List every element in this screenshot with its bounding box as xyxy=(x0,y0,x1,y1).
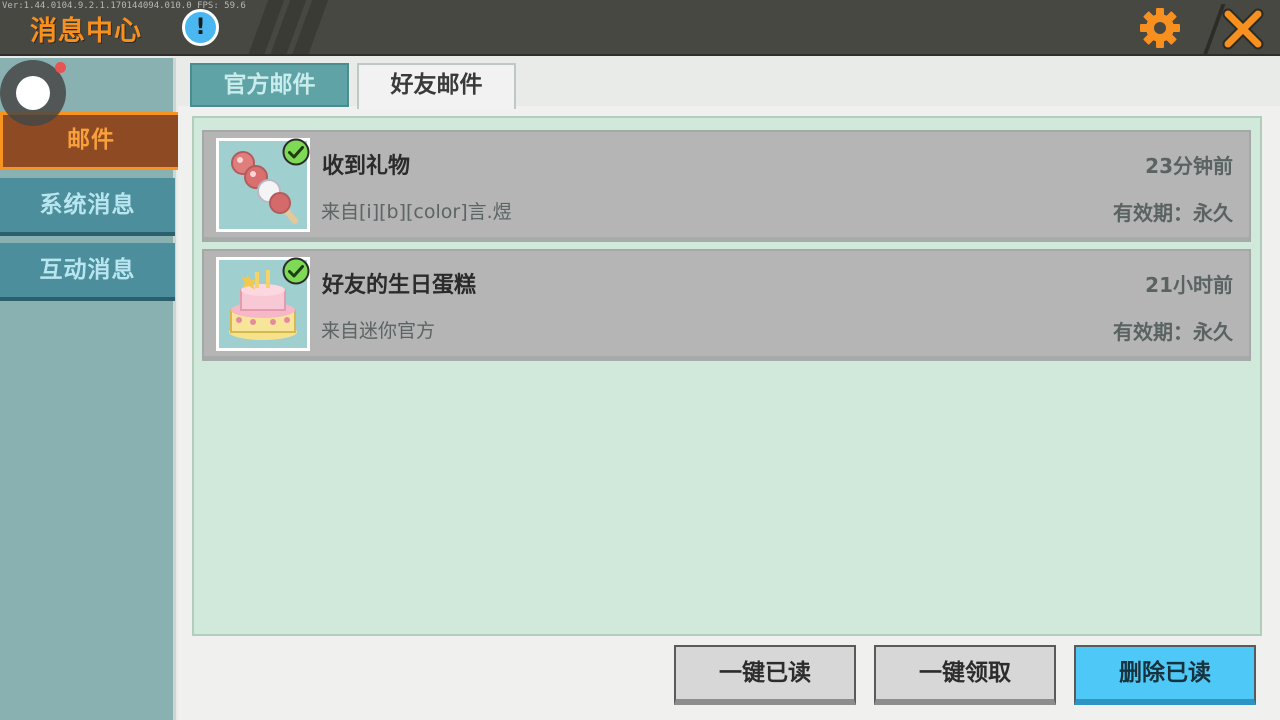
mail-sender: 来自[i][b][color]言.煜 xyxy=(321,201,512,223)
claim-all-button[interactable]: 一键领取 xyxy=(874,645,1056,705)
mail-expiry: 有效期：永久 xyxy=(1113,201,1233,225)
mark-all-read-button[interactable]: 一键已读 xyxy=(674,645,856,705)
mail-item-thumbnail xyxy=(216,138,310,232)
mail-timestamp: 23分钟前 xyxy=(1145,154,1233,178)
mail-title: 收到礼物 xyxy=(322,154,411,179)
header-bar: Ver:1.44.0104.9.2.1.170144094.010.0 FPS:… xyxy=(0,0,1280,56)
mail-title: 好友的生日蛋糕 xyxy=(322,273,477,298)
sidebar-item-interaction-messages[interactable]: 互动消息 xyxy=(0,243,175,301)
gear-icon[interactable] xyxy=(1138,6,1182,50)
mail-expiry: 有效期：永久 xyxy=(1113,320,1233,344)
mail-item-thumbnail xyxy=(216,257,310,351)
mail-item[interactable]: 收到礼物 来自[i][b][color]言.煜 23分钟前 有效期：永久 xyxy=(202,130,1251,242)
close-icon[interactable] xyxy=(1222,8,1264,50)
floating-ball-center xyxy=(16,76,50,110)
mail-sender: 来自迷你官方 xyxy=(321,320,436,342)
mail-item[interactable]: 好友的生日蛋糕 来自迷你官方 21小时前 有效期：永久 xyxy=(202,249,1251,361)
mail-timestamp: 21小时前 xyxy=(1145,273,1233,297)
check-icon xyxy=(282,138,310,166)
delete-read-button[interactable]: 删除已读 xyxy=(1074,645,1256,705)
tab-friend-mail[interactable]: 好友邮件 xyxy=(357,63,516,109)
page-title: 消息中心 xyxy=(30,16,142,47)
check-icon xyxy=(282,257,310,285)
tab-official-mail[interactable]: 官方邮件 xyxy=(190,63,349,107)
sidebar-item-system-messages[interactable]: 系统消息 xyxy=(0,178,175,236)
info-icon[interactable]: ! xyxy=(182,9,219,46)
notification-dot xyxy=(55,62,66,73)
floating-assistant-ball[interactable] xyxy=(0,60,66,126)
